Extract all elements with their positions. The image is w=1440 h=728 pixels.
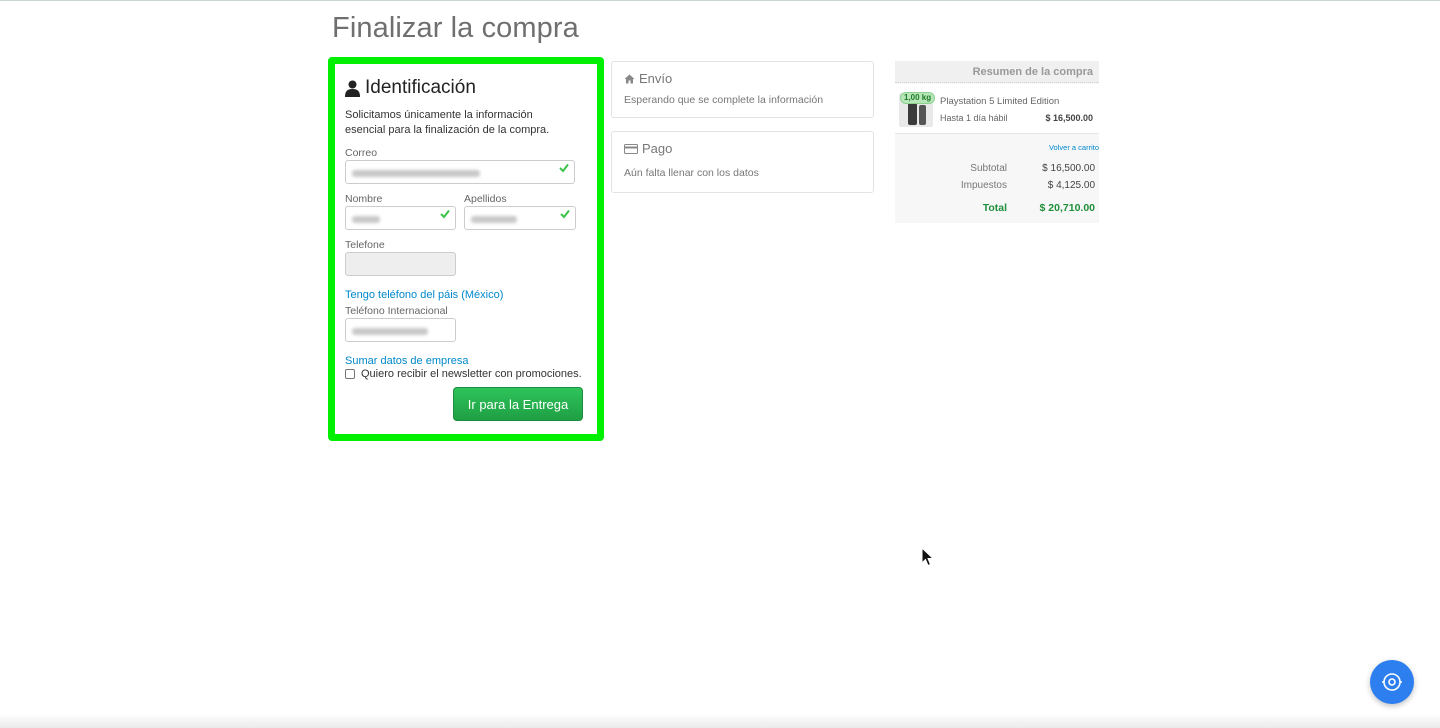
newsletter-label: Quiero recibir el newsletter con promoci… <box>361 368 582 380</box>
name-value-redacted <box>352 216 380 223</box>
tax-label: Impuestos <box>960 180 1007 191</box>
payment-status: Aún falta llenar con los datos <box>624 167 759 179</box>
summary-item: 1,00 kg Playstation 5 Limited Edition Ha… <box>895 84 1099 134</box>
phone-label: Telefone <box>345 239 385 251</box>
name-field[interactable] <box>345 206 456 230</box>
target-icon <box>1382 673 1402 691</box>
email-field[interactable] <box>345 160 575 184</box>
check-icon <box>560 209 570 219</box>
identification-description: Solicitamos únicamente la información es… <box>345 109 550 136</box>
top-border <box>0 0 1440 1</box>
country-phone-link[interactable]: Tengo teléfono del páis (México) <box>345 289 503 301</box>
newsletter-checkbox[interactable] <box>345 369 355 379</box>
surname-value-redacted <box>471 216 517 223</box>
newsletter-option[interactable]: Quiero recibir el newsletter con promoci… <box>345 368 582 380</box>
home-icon <box>624 74 635 83</box>
subtotal-label: Subtotal <box>970 163 1007 174</box>
user-icon <box>345 80 360 97</box>
shipping-panel: Envío Esperando que se complete la infor… <box>611 61 874 118</box>
credit-card-icon <box>624 143 638 154</box>
company-data-link[interactable]: Sumar datos de empresa <box>345 355 469 367</box>
identification-header: Identificación <box>345 77 476 99</box>
phone-field[interactable] <box>345 252 456 276</box>
floating-help-button[interactable] <box>1370 660 1414 704</box>
page-title: Finalizar la compra <box>332 12 579 44</box>
total-value: $ 20,710.00 <box>1039 202 1095 214</box>
identification-title: Identificación <box>365 77 476 98</box>
order-summary: Resumen de la compra 1,00 kg Playstation… <box>895 61 1099 223</box>
payment-title: Pago <box>642 141 673 156</box>
payment-header: Pago <box>624 141 672 156</box>
tax-value: $ 4,125.00 <box>1047 180 1095 191</box>
summary-title: Resumen de la compra <box>895 61 1099 83</box>
email-value-redacted <box>352 170 480 177</box>
intl-phone-label: Teléfono Internacional <box>345 305 448 317</box>
weight-badge: 1,00 kg <box>900 92 936 104</box>
check-icon <box>440 209 450 219</box>
check-icon <box>559 163 569 173</box>
shipping-status: Esperando que se complete la información <box>624 94 824 106</box>
subtotal-value: $ 16,500.00 <box>1042 163 1095 174</box>
product-price: $ 16,500.00 <box>1045 113 1093 123</box>
go-to-delivery-button[interactable]: Ir para la Entrega <box>453 387 583 421</box>
shipping-title: Envío <box>639 71 673 86</box>
bottom-shadow <box>0 714 1440 728</box>
total-label: Total <box>982 202 1007 214</box>
surname-label: Apellidos <box>464 193 507 205</box>
delivery-time: Hasta 1 día hábil <box>940 113 1008 123</box>
payment-panel: Pago Aún falta llenar con los datos <box>611 131 874 193</box>
surname-field[interactable] <box>464 206 576 230</box>
name-label: Nombre <box>345 193 383 205</box>
intl-phone-value-redacted <box>352 328 428 335</box>
back-to-cart-link[interactable]: Volver a carrito <box>1049 143 1099 152</box>
mouse-cursor-icon <box>921 546 935 572</box>
identification-panel: Identificación Solicitamos únicamente la… <box>328 57 604 441</box>
intl-phone-field[interactable] <box>345 318 456 342</box>
email-label: Correo <box>345 147 378 159</box>
shipping-header: Envío <box>624 71 672 86</box>
product-name: Playstation 5 Limited Edition <box>940 96 1060 107</box>
